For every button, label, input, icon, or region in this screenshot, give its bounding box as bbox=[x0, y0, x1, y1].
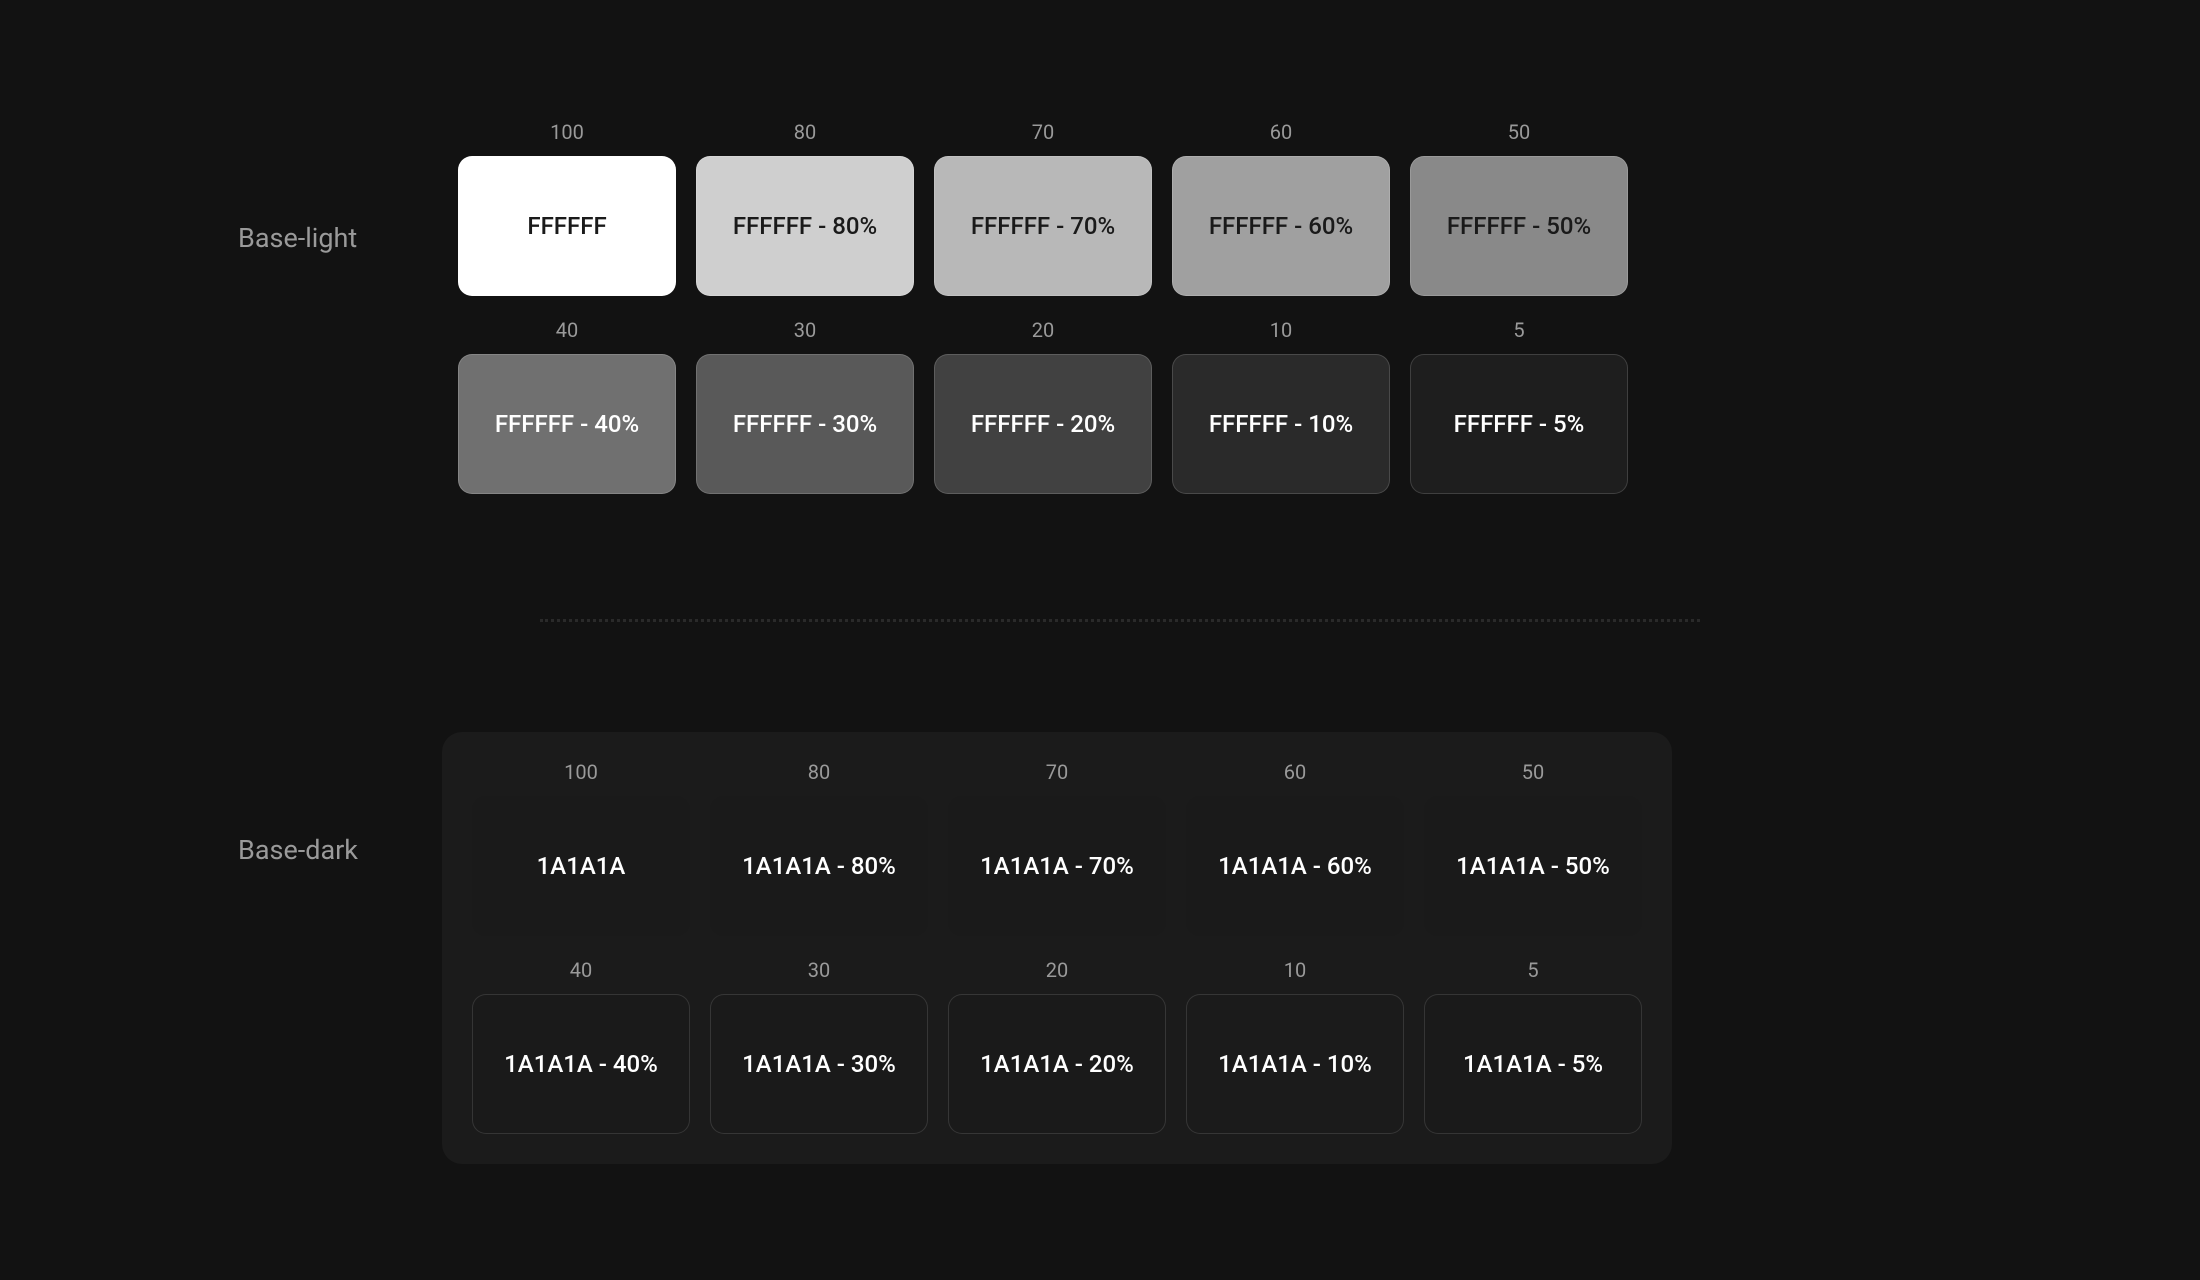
swatch-group: 80 1A1A1A - 80% bbox=[710, 760, 928, 936]
swatch-group: 10 1A1A1A - 10% bbox=[1186, 958, 1404, 1134]
swatch-group: 100 FFFFFF bbox=[458, 120, 676, 296]
swatch-group: 50 FFFFFF - 50% bbox=[1410, 120, 1628, 296]
swatch-number: 5 bbox=[1527, 958, 1538, 982]
section-divider bbox=[540, 619, 1700, 622]
swatch-group: 10 FFFFFF - 10% bbox=[1172, 318, 1390, 494]
color-swatch-dark-60: 1A1A1A - 60% bbox=[1186, 796, 1404, 936]
color-swatch-light-5: FFFFFF - 5% bbox=[1410, 354, 1628, 494]
swatch-number: 100 bbox=[550, 120, 584, 144]
color-swatch-dark-50: 1A1A1A - 50% bbox=[1424, 796, 1642, 936]
color-swatch-light-20: FFFFFF - 20% bbox=[934, 354, 1152, 494]
swatch-group: 30 1A1A1A - 30% bbox=[710, 958, 928, 1134]
swatch-number: 70 bbox=[1046, 760, 1068, 784]
swatch-number: 100 bbox=[564, 760, 598, 784]
color-swatch-dark-20: 1A1A1A - 20% bbox=[948, 994, 1166, 1134]
swatch-group: 5 FFFFFF - 5% bbox=[1410, 318, 1628, 494]
color-swatch-light-100: FFFFFF bbox=[458, 156, 676, 296]
dark-panel: 100 1A1A1A 80 1A1A1A - 80% 70 1A1A1A - 7… bbox=[442, 732, 1672, 1164]
light-row-2: 40 FFFFFF - 40% 30 FFFFFF - 30% 20 FFFFF… bbox=[458, 318, 1628, 494]
dark-row-1: 100 1A1A1A 80 1A1A1A - 80% 70 1A1A1A - 7… bbox=[472, 760, 1642, 936]
swatch-group: 60 FFFFFF - 60% bbox=[1172, 120, 1390, 296]
swatch-group: 80 FFFFFF - 80% bbox=[696, 120, 914, 296]
color-swatch-light-80: FFFFFF - 80% bbox=[696, 156, 914, 296]
swatch-number: 40 bbox=[570, 958, 592, 982]
swatch-number: 80 bbox=[808, 760, 830, 784]
color-swatch-light-60: FFFFFF - 60% bbox=[1172, 156, 1390, 296]
swatch-group: 30 FFFFFF - 30% bbox=[696, 318, 914, 494]
swatch-number: 50 bbox=[1508, 120, 1530, 144]
color-swatch-dark-30: 1A1A1A - 30% bbox=[710, 994, 928, 1134]
color-swatch-light-70: FFFFFF - 70% bbox=[934, 156, 1152, 296]
color-swatch-light-30: FFFFFF - 30% bbox=[696, 354, 914, 494]
swatch-number: 50 bbox=[1522, 760, 1544, 784]
color-swatch-light-50: FFFFFF - 50% bbox=[1410, 156, 1628, 296]
dark-row-2: 40 1A1A1A - 40% 30 1A1A1A - 30% 20 1A1A1… bbox=[472, 958, 1642, 1134]
color-swatch-dark-70: 1A1A1A - 70% bbox=[948, 796, 1166, 936]
swatch-number: 40 bbox=[556, 318, 578, 342]
color-swatch-light-10: FFFFFF - 10% bbox=[1172, 354, 1390, 494]
swatch-number: 60 bbox=[1270, 120, 1292, 144]
swatch-number: 20 bbox=[1046, 958, 1068, 982]
color-swatch-dark-40: 1A1A1A - 40% bbox=[472, 994, 690, 1134]
swatch-group: 70 FFFFFF - 70% bbox=[934, 120, 1152, 296]
swatch-group: 70 1A1A1A - 70% bbox=[948, 760, 1166, 936]
swatch-number: 30 bbox=[808, 958, 830, 982]
swatch-number: 70 bbox=[1032, 120, 1054, 144]
color-swatch-dark-100: 1A1A1A bbox=[472, 796, 690, 936]
swatch-number: 10 bbox=[1284, 958, 1306, 982]
base-dark-label: Base-dark bbox=[238, 834, 458, 866]
swatch-group: 100 1A1A1A bbox=[472, 760, 690, 936]
color-swatch-dark-5: 1A1A1A - 5% bbox=[1424, 994, 1642, 1134]
color-swatch-light-40: FFFFFF - 40% bbox=[458, 354, 676, 494]
swatch-number: 80 bbox=[794, 120, 816, 144]
swatch-number: 60 bbox=[1284, 760, 1306, 784]
swatch-group: 20 FFFFFF - 20% bbox=[934, 318, 1152, 494]
swatch-group: 5 1A1A1A - 5% bbox=[1424, 958, 1642, 1134]
swatch-group: 60 1A1A1A - 60% bbox=[1186, 760, 1404, 936]
swatch-number: 30 bbox=[794, 318, 816, 342]
dark-swatches-container: 100 1A1A1A 80 1A1A1A - 80% 70 1A1A1A - 7… bbox=[472, 760, 1642, 1134]
light-swatches-container: 100 FFFFFF 80 FFFFFF - 80% 70 FFFFFF - 7… bbox=[458, 120, 1628, 494]
base-light-section: Base-light 100 FFFFFF 80 FFFFFF - 80% 70… bbox=[238, 120, 2200, 494]
swatch-number: 5 bbox=[1513, 318, 1524, 342]
swatch-group: 50 1A1A1A - 50% bbox=[1424, 760, 1642, 936]
swatch-group: 40 1A1A1A - 40% bbox=[472, 958, 690, 1134]
swatch-group: 40 FFFFFF - 40% bbox=[458, 318, 676, 494]
base-light-label: Base-light bbox=[238, 222, 458, 254]
light-row-1: 100 FFFFFF 80 FFFFFF - 80% 70 FFFFFF - 7… bbox=[458, 120, 1628, 296]
swatch-group: 20 1A1A1A - 20% bbox=[948, 958, 1166, 1134]
swatch-number: 10 bbox=[1270, 318, 1292, 342]
color-swatch-dark-10: 1A1A1A - 10% bbox=[1186, 994, 1404, 1134]
color-swatch-dark-80: 1A1A1A - 80% bbox=[710, 796, 928, 936]
swatch-number: 20 bbox=[1032, 318, 1054, 342]
base-dark-section: Base-dark 100 1A1A1A 80 1A1A1A - 80% 70 … bbox=[238, 732, 2200, 1164]
